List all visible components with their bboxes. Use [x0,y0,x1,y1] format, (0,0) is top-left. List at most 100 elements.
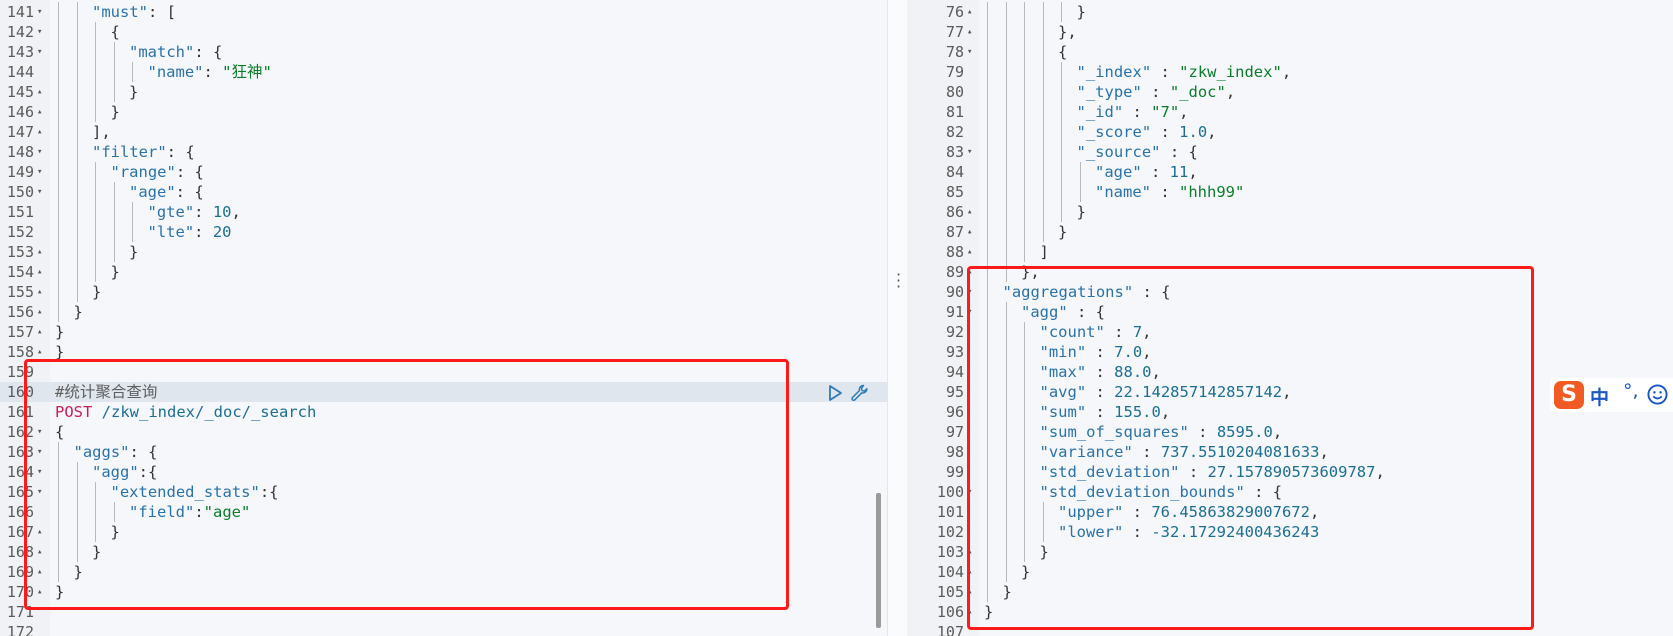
ime-punctuation-toggle[interactable]: °, [1623,380,1639,402]
fold-collapse-icon[interactable]: ▾ [967,142,972,162]
fold-end-icon[interactable]: ▴ [37,242,42,262]
sogou-logo-icon[interactable]: S [1554,381,1584,409]
fold-end-icon[interactable]: ▴ [37,542,42,562]
fold-collapse-icon[interactable]: ▾ [37,182,42,202]
play-icon [829,385,842,401]
line-number: 104 [936,563,964,581]
fold-end-icon[interactable]: ▴ [37,582,42,602]
fold-collapse-icon[interactable]: ▾ [967,302,972,322]
wrench-icon [851,384,868,401]
indent-guide [987,362,988,382]
indent-guide [987,442,988,462]
smiley-icon[interactable] [1647,384,1668,405]
fold-end-icon[interactable]: ▴ [37,282,42,302]
indent-guide [58,142,59,162]
code-token: : [1123,503,1152,521]
indent-guide [58,542,59,562]
code-line: POST /zkw_index/_doc/_search [50,402,887,422]
fold-collapse-icon[interactable]: ▾ [37,22,42,42]
fold-collapse-icon[interactable]: ▾ [37,2,42,22]
fold-collapse-icon[interactable]: ▾ [37,142,42,162]
fold-collapse-icon[interactable]: ▾ [37,162,42,182]
indent-guide [1005,402,1007,422]
code-token: }, [1021,263,1040,281]
code-line: "_source" : { [979,142,1673,162]
indent-guide [1024,2,1025,22]
fold-collapse-icon[interactable]: ▾ [967,42,972,62]
code-token: } [1058,223,1068,241]
request-settings-button[interactable] [850,383,870,403]
fold-end-icon[interactable]: ▴ [967,222,972,242]
fold-end-icon[interactable]: ▴ [37,522,42,542]
indent-guide [987,22,988,42]
code-line: { [50,422,887,442]
code-token: : [1141,83,1170,101]
fold-end-icon[interactable]: ▴ [967,262,972,282]
fold-end-icon[interactable]: ▴ [37,342,42,362]
fold-collapse-icon[interactable]: ▾ [967,482,972,502]
indent-guide [987,282,988,302]
code-line: { [50,22,887,42]
indent-guide [1061,202,1062,222]
line-number: 168 [6,543,34,561]
response-code-area: }},{"_index" : "zkw_index", "_type" : "_d… [979,0,1673,636]
indent-guide [76,2,78,22]
ime-toolbar[interactable]: S 中 °, [1550,378,1673,412]
code-token: } [73,303,83,321]
fold-collapse-icon[interactable]: ▾ [37,462,42,482]
line-number: 100 [936,483,964,501]
code-token: } [55,343,65,361]
line-number: 82 [945,123,964,141]
pane-resize-handle[interactable]: · · · [887,0,909,636]
fold-end-icon[interactable]: ▴ [967,242,972,262]
code-token: , [1319,443,1329,461]
indent-guide [58,2,59,22]
indent-guide [1079,162,1081,182]
fold-end-icon[interactable]: ▴ [37,302,42,322]
fold-end-icon[interactable]: ▴ [37,82,42,102]
code-line: "field":"age" [50,502,887,522]
run-request-button[interactable] [825,383,845,403]
fold-end-icon[interactable]: ▴ [967,542,972,562]
indent-guide [1024,362,1025,382]
fold-collapse-icon[interactable]: ▾ [967,282,972,302]
response-viewer-pane[interactable]: 76 ▴ 77 ▴ 78 ▾ 79 80 81 82 83 ▾ 84 85 86 ▴ 87 ▴ 88 ▴ 89 ▴ 90 ▾ 9… [907,0,1673,636]
code-line: "extended_stats":{ [50,482,887,502]
code-line: "_type" : "_doc", [979,82,1673,102]
fold-collapse-icon[interactable]: ▾ [37,442,42,462]
request-editor-pane[interactable]: 141 ▾ 142 ▾ 143 ▾ 144 145 ▴ 146 ▴ 147 ▴ 148 ▾ 149 ▾ 150 ▾ 1… [0,0,887,636]
indent-guide [1024,62,1025,82]
fold-end-icon[interactable]: ▴ [967,2,972,22]
indent-guide [1042,222,1044,242]
fold-collapse-icon[interactable]: ▾ [37,482,42,502]
code-token: } [110,263,120,281]
fold-end-icon[interactable]: ▴ [967,602,972,622]
fold-end-icon[interactable]: ▴ [37,322,42,342]
fold-end-icon[interactable]: ▴ [37,562,42,582]
fold-end-icon[interactable]: ▴ [967,22,972,42]
fold-end-icon[interactable]: ▴ [967,562,972,582]
fold-collapse-icon[interactable]: ▾ [37,42,42,62]
fold-end-icon[interactable]: ▴ [967,582,972,602]
code-token: } [73,563,83,581]
indent-guide [1024,22,1025,42]
fold-end-icon[interactable]: ▴ [37,122,42,142]
code-line: }, [979,262,1673,282]
line-number: 76 [945,3,964,21]
request-editor-scrollbar[interactable] [876,493,881,628]
fold-end-icon[interactable]: ▴ [37,262,42,282]
line-number: 94 [945,363,964,381]
fold-end-icon[interactable]: ▴ [967,202,972,222]
fold-collapse-icon[interactable]: ▾ [37,422,42,442]
indent-guide [1024,442,1025,462]
request-code-area[interactable]: "must": [{"match": {"name": "狂神"}}], "fil… [50,0,887,636]
code-token: 88.0 [1114,363,1152,381]
code-token: : [1086,343,1115,361]
indent-guide [76,482,78,502]
indent-guide [1079,182,1081,202]
ime-language-toggle[interactable]: 中 [1590,383,1609,410]
fold-end-icon[interactable]: ▴ [37,102,42,122]
line-number: 93 [945,343,964,361]
